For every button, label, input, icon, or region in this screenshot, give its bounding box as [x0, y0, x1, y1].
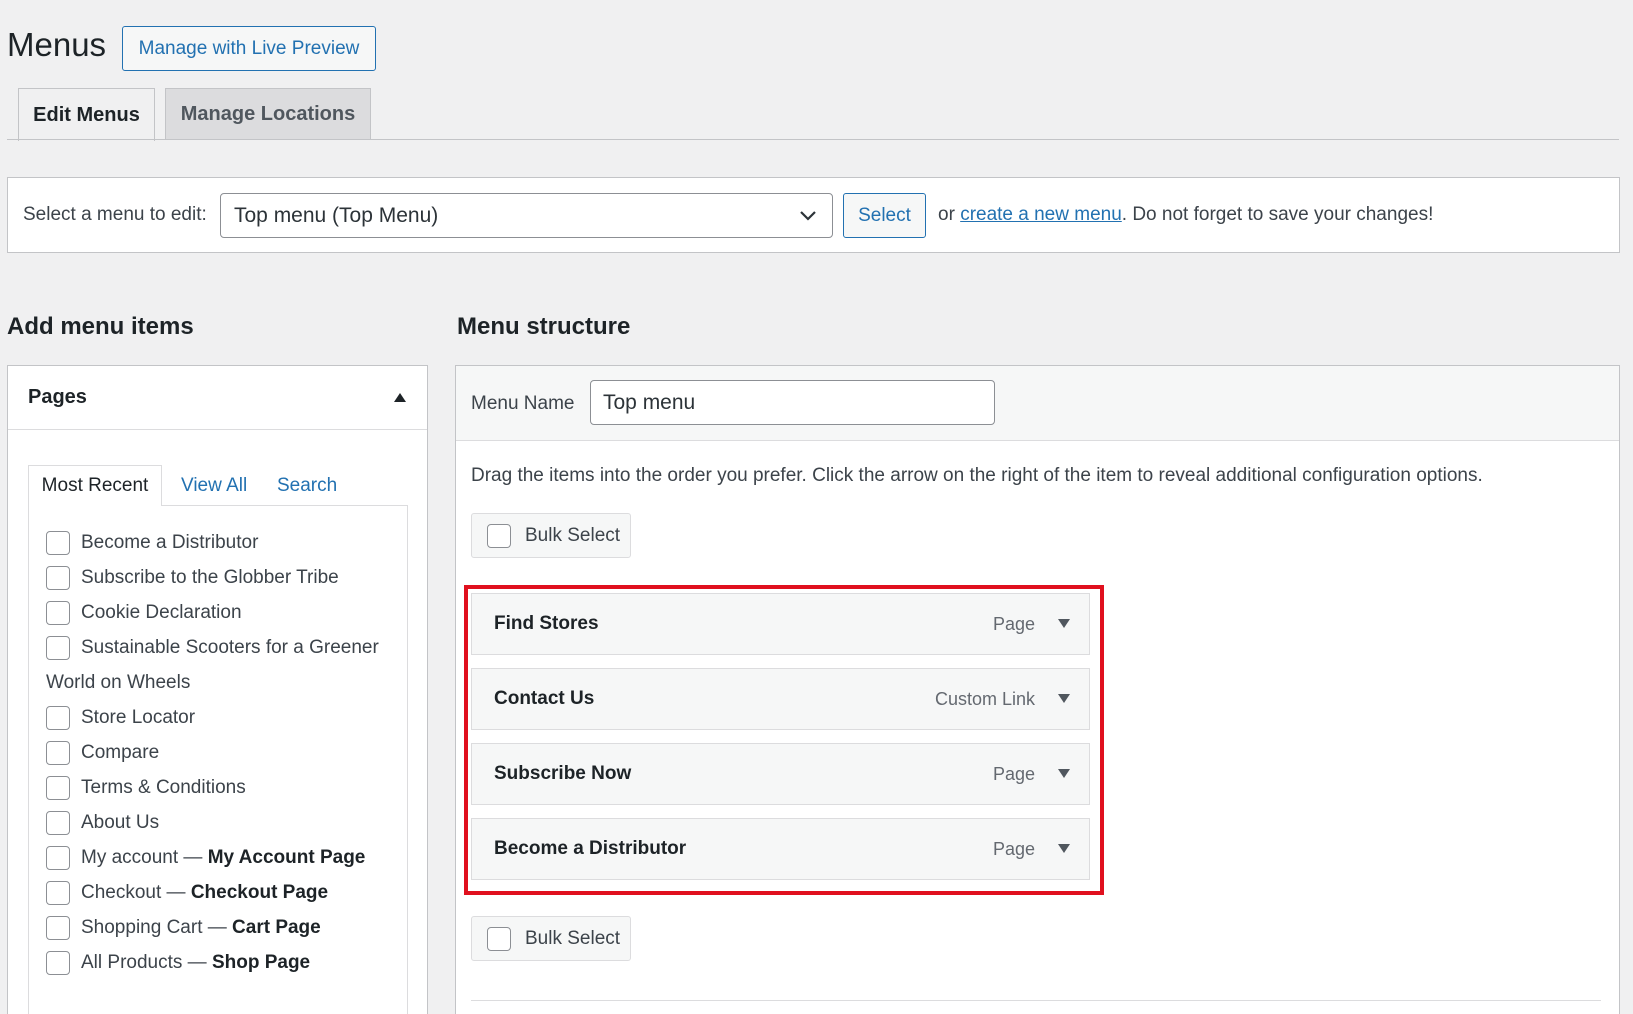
create-new-menu-link[interactable]: create a new menu — [960, 204, 1122, 225]
select-menu-bar: Select a menu to edit: Top menu (Top Men… — [7, 177, 1620, 253]
list-item[interactable]: Terms & Conditions — [46, 770, 246, 806]
checkbox[interactable] — [46, 531, 70, 555]
collapse-arrow-icon[interactable] — [393, 391, 407, 403]
list-item[interactable]: Checkout — Checkout Page — [46, 875, 328, 911]
menu-name-label: Menu Name — [471, 393, 575, 414]
list-item[interactable]: My account — My Account Page — [46, 840, 365, 876]
expand-arrow-icon[interactable] — [1057, 618, 1071, 629]
pages-list: Become a Distributor Subscribe to the Gl… — [28, 505, 408, 1014]
bulk-select-top[interactable]: Bulk Select — [471, 513, 631, 558]
page-type-label: My Account Page — [207, 847, 366, 868]
page-label: Terms & Conditions — [81, 777, 246, 798]
page-label: Become a Distributor — [81, 532, 259, 553]
tabs-divider — [7, 139, 1619, 140]
list-item[interactable]: Compare — [46, 735, 159, 771]
chevron-down-icon — [800, 211, 816, 221]
pages-panel-header[interactable]: Pages — [8, 366, 427, 430]
menu-select-dropdown[interactable]: Top menu (Top Menu) — [220, 193, 833, 238]
hint-prefix: or — [938, 204, 955, 225]
bulk-select-label: Bulk Select — [525, 524, 621, 546]
select-button[interactable]: Select — [843, 193, 926, 238]
list-item[interactable]: All Products — Shop Page — [46, 945, 310, 981]
menu-select-value: Top menu (Top Menu) — [234, 203, 439, 227]
drag-instructions: Drag the items into the order you prefer… — [471, 465, 1483, 486]
checkbox[interactable] — [46, 601, 70, 625]
tab-edit-menus[interactable]: Edit Menus — [18, 88, 155, 141]
checkbox[interactable] — [46, 741, 70, 765]
expand-arrow-icon[interactable] — [1057, 693, 1071, 704]
menu-structure-heading: Menu structure — [457, 313, 631, 340]
menu-item-title: Contact Us — [494, 688, 595, 709]
select-hint: or create a new menu. Do not forget to s… — [938, 204, 1433, 226]
page-label: Checkout — — [81, 882, 186, 903]
list-item[interactable]: Become a Distributor — [46, 525, 258, 561]
list-item[interactable]: Sustainable Scooters for a Greener — [46, 630, 379, 666]
bulk-select-label: Bulk Select — [525, 927, 621, 949]
checkbox[interactable] — [46, 916, 70, 940]
divider — [471, 1000, 1601, 1001]
page-label: All Products — — [81, 952, 207, 973]
page-label: Cookie Declaration — [81, 602, 242, 623]
checkbox[interactable] — [46, 881, 70, 905]
expand-arrow-icon[interactable] — [1057, 768, 1071, 779]
hint-suffix: . Do not forget to save your changes! — [1121, 204, 1434, 225]
menu-item-title: Subscribe Now — [494, 763, 632, 784]
tab-manage-locations[interactable]: Manage Locations — [165, 88, 371, 140]
menu-structure-header: Menu Name Top menu — [456, 366, 1619, 441]
menu-item-subscribe-now[interactable]: Subscribe Now Page — [471, 743, 1090, 805]
subtab-most-recent[interactable]: Most Recent — [28, 465, 162, 506]
checkbox[interactable] — [46, 706, 70, 730]
list-item[interactable]: Store Locator — [46, 700, 195, 736]
menu-item-type: Page — [992, 839, 1035, 859]
list-item[interactable]: Shopping Cart — Cart Page — [46, 910, 321, 946]
subtab-search[interactable]: Search — [277, 465, 337, 506]
list-item[interactable]: Subscribe to the Globber Tribe — [46, 560, 339, 596]
page-label: Shopping Cart — — [81, 917, 227, 938]
menu-item-contact-us[interactable]: Contact Us Custom Link — [471, 668, 1090, 730]
checkbox[interactable] — [46, 566, 70, 590]
bulk-select-bottom[interactable]: Bulk Select — [471, 916, 631, 961]
menu-item-title: Become a Distributor — [494, 838, 687, 859]
menu-item-find-stores[interactable]: Find Stores Page — [471, 593, 1090, 655]
checkbox[interactable] — [46, 951, 70, 975]
add-menu-items-heading: Add menu items — [7, 313, 194, 340]
menu-item-type: Page — [992, 764, 1035, 784]
checkbox[interactable] — [46, 776, 70, 800]
checkbox[interactable] — [46, 846, 70, 870]
menu-name-input[interactable]: Top menu — [590, 380, 995, 425]
menu-item-title: Find Stores — [494, 613, 599, 634]
manage-live-preview-button[interactable]: Manage with Live Preview — [122, 26, 376, 71]
page-label: Compare — [81, 742, 160, 763]
page-type-label: Shop Page — [211, 952, 311, 973]
menu-item-become-distributor[interactable]: Become a Distributor Page — [471, 818, 1090, 880]
checkbox[interactable] — [46, 636, 70, 660]
page-label-continuation: World on Wheels — [46, 672, 191, 693]
expand-arrow-icon[interactable] — [1057, 843, 1071, 854]
page-label: My account — — [81, 847, 203, 868]
page-title: Menus — [7, 26, 107, 63]
menu-structure-panel: Menu Name Top menu Drag the items into t… — [455, 365, 1620, 1014]
page-type-label: Cart Page — [232, 917, 321, 938]
page-label: About Us — [81, 812, 160, 833]
checkbox[interactable] — [487, 523, 511, 548]
pages-panel-title: Pages — [28, 386, 87, 408]
checkbox[interactable] — [487, 926, 511, 951]
page-type-label: Checkout Page — [190, 882, 329, 903]
page-label: Sustainable Scooters for a Greener — [81, 637, 379, 658]
list-item[interactable]: About Us — [46, 805, 159, 841]
select-menu-label: Select a menu to edit: — [23, 204, 207, 225]
menu-item-type: Page — [992, 614, 1035, 634]
pages-panel: Pages Most Recent View All Search Become… — [7, 365, 428, 1014]
menu-item-type: Custom Link — [934, 689, 1035, 709]
page-label: Store Locator — [81, 707, 196, 728]
subtab-view-all[interactable]: View All — [181, 465, 247, 506]
checkbox[interactable] — [46, 811, 70, 835]
list-item[interactable]: Cookie Declaration — [46, 595, 242, 631]
page-label: Subscribe to the Globber Tribe — [81, 567, 339, 588]
